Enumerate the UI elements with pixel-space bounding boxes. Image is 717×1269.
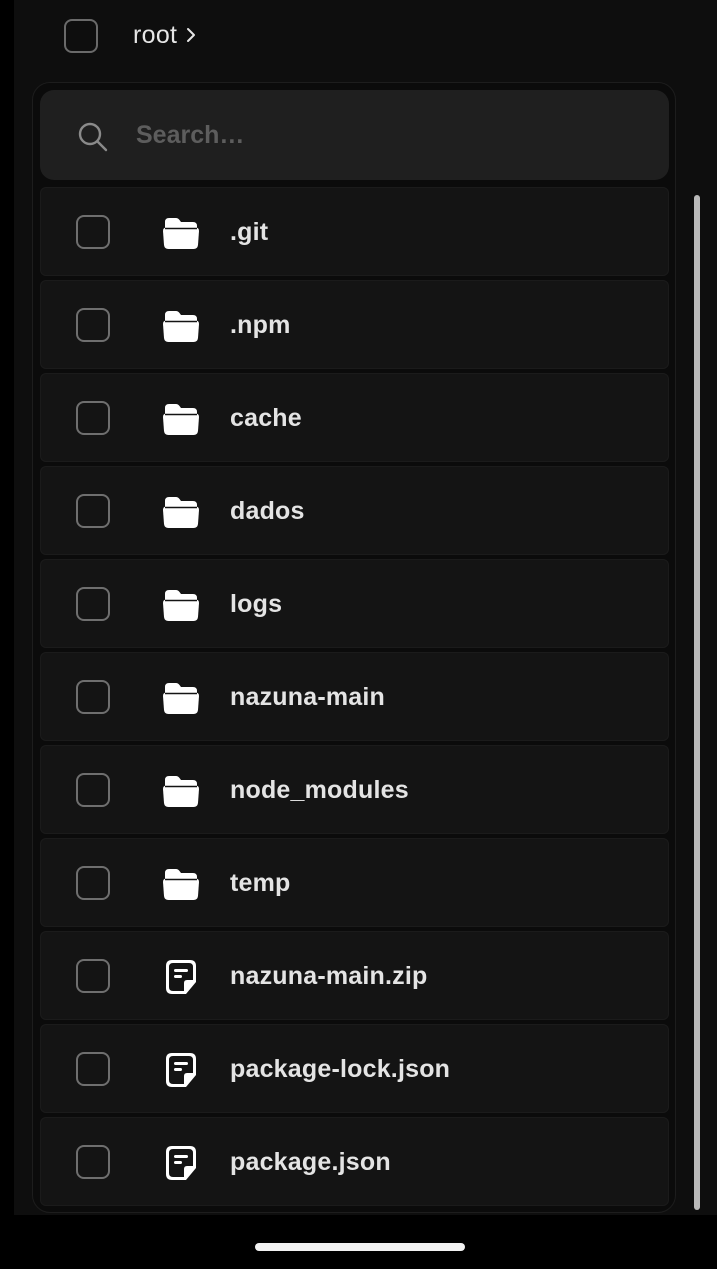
file-row[interactable]: package.json (40, 1117, 669, 1206)
folder-row[interactable]: logs (40, 559, 669, 648)
search-icon (78, 122, 108, 152)
search-bar[interactable] (40, 90, 669, 180)
row-checkbox[interactable] (76, 1052, 110, 1086)
folder-icon (160, 491, 202, 533)
file-name: dados (230, 497, 305, 525)
file-icon (160, 1142, 202, 1184)
file-name: cache (230, 404, 302, 432)
file-list-panel: .git .npm cache dados logs nazuna-main n… (32, 82, 676, 1213)
row-checkbox[interactable] (76, 308, 110, 342)
folder-icon (160, 212, 202, 254)
folder-row[interactable]: temp (40, 838, 669, 927)
file-name: nazuna-main (230, 683, 385, 711)
row-checkbox[interactable] (76, 587, 110, 621)
folder-icon (160, 677, 202, 719)
screen: root .git .npm cach (0, 0, 717, 1269)
file-name: nazuna-main.zip (230, 962, 428, 990)
file-name: .git (230, 218, 269, 246)
row-checkbox[interactable] (76, 1145, 110, 1179)
folder-icon (160, 398, 202, 440)
folder-row[interactable]: .npm (40, 280, 669, 369)
search-input[interactable] (136, 110, 636, 160)
row-checkbox[interactable] (76, 773, 110, 807)
file-list: .git .npm cache dados logs nazuna-main n… (40, 187, 669, 1210)
folder-row[interactable]: cache (40, 373, 669, 462)
breadcrumb[interactable]: root (133, 17, 197, 53)
file-name: temp (230, 869, 291, 897)
file-icon (160, 956, 202, 998)
folder-icon (160, 863, 202, 905)
row-checkbox[interactable] (76, 401, 110, 435)
folder-row[interactable]: dados (40, 466, 669, 555)
header: root (14, 0, 717, 76)
folder-row[interactable]: node_modules (40, 745, 669, 834)
row-checkbox[interactable] (76, 494, 110, 528)
scrollbar[interactable] (691, 82, 703, 1213)
breadcrumb-root[interactable]: root (133, 21, 177, 50)
scrollbar-thumb[interactable] (694, 195, 700, 1210)
file-name: logs (230, 590, 283, 618)
folder-icon (160, 584, 202, 626)
home-indicator[interactable] (255, 1243, 465, 1251)
file-name: node_modules (230, 776, 409, 804)
file-row[interactable]: nazuna-main.zip (40, 931, 669, 1020)
chevron-right-icon (187, 28, 196, 42)
file-row[interactable]: package-lock.json (40, 1024, 669, 1113)
row-checkbox[interactable] (76, 215, 110, 249)
file-manager: root .git .npm cach (14, 0, 717, 1215)
file-name: package-lock.json (230, 1055, 451, 1083)
folder-icon (160, 770, 202, 812)
file-name: .npm (230, 311, 291, 339)
select-all-checkbox[interactable] (64, 19, 98, 53)
row-checkbox[interactable] (76, 866, 110, 900)
row-checkbox[interactable] (76, 680, 110, 714)
folder-row[interactable]: nazuna-main (40, 652, 669, 741)
file-icon (160, 1049, 202, 1091)
folder-row[interactable]: .git (40, 187, 669, 276)
file-name: package.json (230, 1148, 391, 1176)
folder-icon (160, 305, 202, 347)
row-checkbox[interactable] (76, 959, 110, 993)
